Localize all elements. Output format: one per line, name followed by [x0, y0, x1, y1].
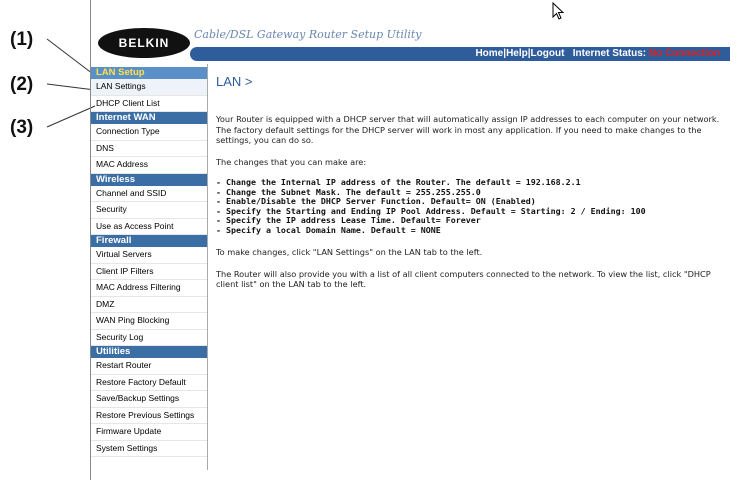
belkin-logo: BELKIN: [98, 28, 190, 58]
router-setup-utility: BELKIN Cable/DSL Gateway Router Setup Ut…: [90, 0, 730, 480]
internet-status-label: Internet Status:: [572, 48, 647, 59]
sidebar-item-mac-address-filtering[interactable]: MAC Address Filtering: [91, 280, 207, 297]
sidebar-item-dns[interactable]: DNS: [91, 141, 207, 157]
sidebar-item-connection-type[interactable]: Connection Type: [91, 124, 207, 141]
sidebar-item-restore-previous-settings[interactable]: Restore Previous Settings: [91, 408, 207, 424]
changes-list: - Change the Internal IP address of the …: [216, 177, 721, 235]
internet-status-value: No Connection: [648, 48, 720, 59]
page-title: LAN >: [216, 74, 253, 89]
sidebar-item-dhcp-client-list[interactable]: DHCP Client List: [91, 96, 207, 112]
sidebar-item-lan-settings[interactable]: LAN Settings: [91, 79, 207, 96]
utility-title: Cable/DSL Gateway Router Setup Utility: [194, 28, 422, 41]
sidebar-item-channel-ssid[interactable]: Channel and SSID: [91, 186, 207, 202]
sidebar-section-lan-setup[interactable]: LAN Setup: [91, 67, 207, 79]
sidebar: LAN Setup LAN Settings DHCP Client List …: [91, 67, 207, 457]
sidebar-item-save-backup-settings[interactable]: Save/Backup Settings: [91, 391, 207, 408]
list-item: - Specify a local Domain Name. Default =…: [216, 224, 441, 235]
sidebar-section-firewall[interactable]: Firewall: [91, 235, 207, 247]
sidebar-divider: [207, 64, 208, 470]
header: BELKIN Cable/DSL Gateway Router Setup Ut…: [90, 18, 730, 64]
changes-heading: The changes that you can make are:: [216, 156, 367, 167]
callout-2-leader: [46, 83, 96, 91]
sidebar-section-utilities[interactable]: Utilities: [91, 346, 207, 358]
mouse-pointer-icon: [552, 2, 565, 20]
sidebar-item-firmware-update[interactable]: Firmware Update: [91, 424, 207, 441]
sidebar-item-system-settings[interactable]: System Settings: [91, 441, 207, 457]
sidebar-item-security[interactable]: Security: [91, 202, 207, 219]
sidebar-item-wan-ping-blocking[interactable]: WAN Ping Blocking: [91, 313, 207, 330]
sidebar-item-virtual-servers[interactable]: Virtual Servers: [91, 247, 207, 264]
top-nav-bar: Home|Help|Logout Internet Status: No Con…: [190, 47, 730, 61]
sidebar-section-wireless[interactable]: Wireless: [91, 173, 207, 186]
sidebar-section-internet-wan[interactable]: Internet WAN: [91, 112, 207, 124]
sidebar-item-security-log[interactable]: Security Log: [91, 330, 207, 346]
main-content: LAN > Your Router is equipped with a DHC…: [216, 74, 721, 301]
help-link[interactable]: Help: [506, 48, 528, 59]
sidebar-item-access-point[interactable]: Use as Access Point: [91, 219, 207, 235]
instructions-text: To make changes, click "LAN Settings" on…: [216, 247, 483, 257]
logout-link[interactable]: Logout: [531, 48, 565, 59]
callout-3-leader: [46, 105, 96, 128]
callout-1-leader: [46, 38, 94, 75]
sidebar-item-client-ip-filters[interactable]: Client IP Filters: [91, 264, 207, 280]
sidebar-item-dmz[interactable]: DMZ: [91, 297, 207, 313]
sidebar-item-restart-router[interactable]: Restart Router: [91, 358, 207, 375]
top-links: Home|Help|Logout Internet Status: No Con…: [475, 47, 720, 61]
sidebar-item-mac-address[interactable]: MAC Address: [91, 157, 207, 174]
client-list-note: The Router will also provide you with a …: [216, 268, 711, 290]
sidebar-item-restore-factory-default[interactable]: Restore Factory Default: [91, 375, 207, 391]
home-link[interactable]: Home: [475, 48, 503, 59]
intro-text: Your Router is equipped with a DHCP serv…: [216, 114, 720, 145]
